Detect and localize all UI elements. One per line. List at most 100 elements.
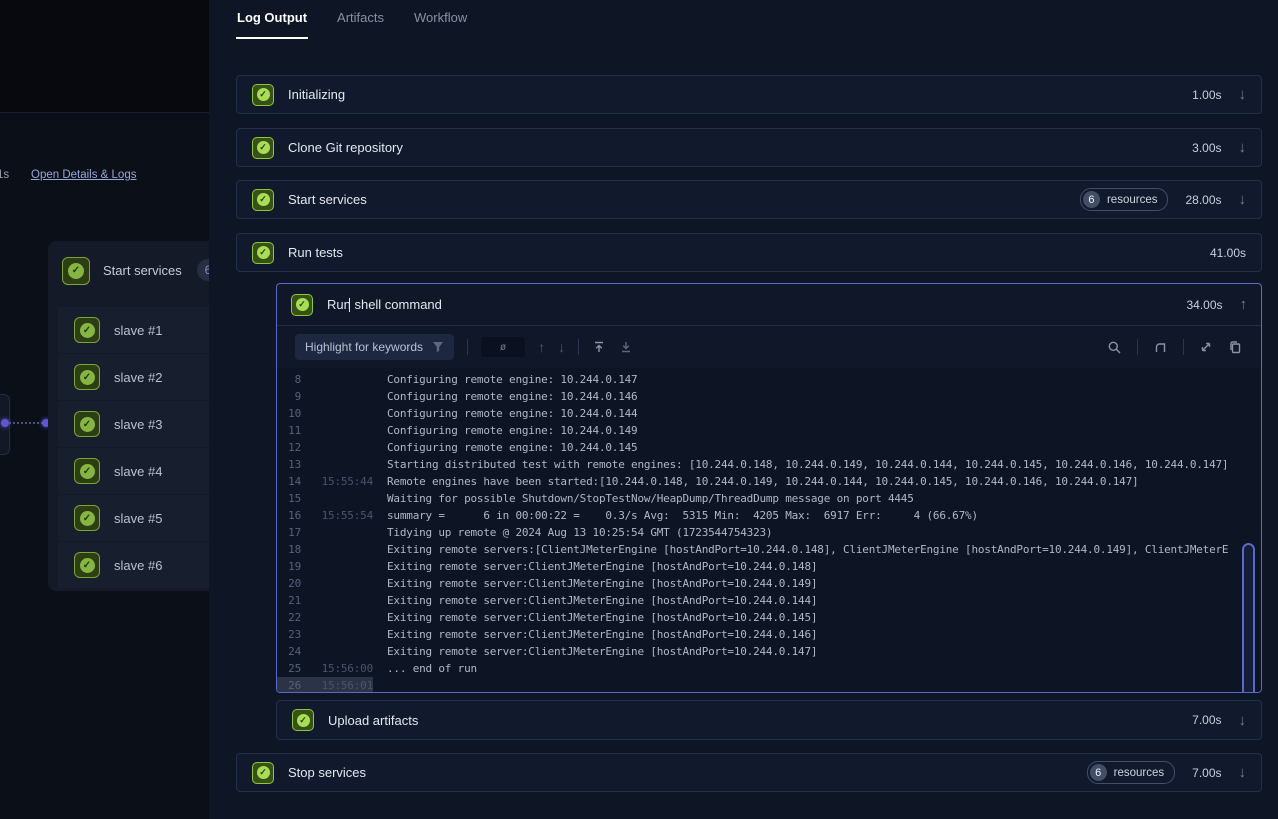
graph-edge-connector xyxy=(9,422,43,424)
log-line: 17Tidying up remote @ 2024 Aug 13 10:25:… xyxy=(277,524,1261,541)
expand-fullscreen-icon[interactable] xyxy=(1199,340,1213,354)
open-details-logs-link[interactable]: Open Details & Logs xyxy=(31,169,136,181)
node-label: slave #4 xyxy=(114,464,162,479)
highlight-keywords-label: Highlight for keywords xyxy=(305,340,423,354)
line-timestamp xyxy=(315,405,373,422)
scroll-to-bottom-icon[interactable] xyxy=(619,340,633,354)
log-gutter: 1415:55:44 xyxy=(277,473,373,490)
sidebar-item-slave[interactable]: ✓slave #5 xyxy=(58,495,209,541)
line-text: Tidying up remote @ 2024 Aug 13 10:25:54… xyxy=(387,524,1261,541)
node-label: slave #5 xyxy=(114,511,162,526)
group-label: Start services xyxy=(103,263,182,278)
line-number: 24 xyxy=(281,643,301,660)
toolbar-divider xyxy=(467,339,468,355)
log-line: 9Configuring remote engine: 10.244.0.146 xyxy=(277,388,1261,405)
line-number: 19 xyxy=(281,558,301,575)
step-start-services[interactable]: ✓ Start services 6 resources 28.00s ↓ xyxy=(236,180,1262,219)
tab-workflow[interactable]: Workflow xyxy=(413,0,468,39)
workflow-sidebar: 1s Open Details & Logs ✓ Start services … xyxy=(0,0,209,819)
log-gutter: 2615:56:01 xyxy=(277,677,373,692)
status-success-icon: ✓ xyxy=(74,411,100,437)
step-duration: 7.00s xyxy=(1192,766,1221,780)
step-label: Upload artifacts xyxy=(328,713,418,728)
status-success-icon: ✓ xyxy=(74,317,100,343)
step-run-shell-command-panel: ✓ Run shell command 34.00s ↑ Highlight f… xyxy=(276,283,1262,693)
duration-fragment: 1s xyxy=(0,169,9,181)
log-gutter: 13 xyxy=(277,456,373,473)
tab-artifacts[interactable]: Artifacts xyxy=(336,0,385,39)
highlight-keywords-button[interactable]: Highlight for keywords xyxy=(295,334,454,360)
toolbar-divider xyxy=(1183,339,1184,355)
line-timestamp: 15:55:54 xyxy=(315,507,373,524)
log-gutter: 9 xyxy=(277,388,373,405)
previous-match-icon[interactable]: ↑ xyxy=(538,339,545,355)
log-gutter: 8 xyxy=(277,371,373,388)
status-success-icon: ✓ xyxy=(252,137,274,159)
sidebar-item-slave[interactable]: ✓slave #3 xyxy=(58,401,209,447)
step-run-tests[interactable]: ✓ Run tests 41.00s xyxy=(236,233,1262,272)
tab-bar: Log Output Artifacts Workflow xyxy=(236,0,468,39)
line-timestamp xyxy=(315,592,373,609)
step-duration: 28.00s xyxy=(1185,193,1221,207)
expand-step-icon[interactable]: ↓ xyxy=(1239,140,1247,155)
start-services-group-panel: ✓ Start services 6 ✓slave #1✓slave #2✓sl… xyxy=(48,241,209,591)
log-gutter: 18 xyxy=(277,541,373,558)
collapse-step-icon[interactable]: ↑ xyxy=(1240,297,1248,312)
line-text: Exiting remote server:ClientJMeterEngine… xyxy=(387,626,1261,643)
step-label: Start services xyxy=(288,192,367,207)
log-line: 24Exiting remote server:ClientJMeterEngi… xyxy=(277,643,1261,660)
log-output: 8Configuring remote engine: 10.244.0.147… xyxy=(277,368,1261,692)
step-upload-artifacts[interactable]: ✓ Upload artifacts 7.00s ↓ xyxy=(276,700,1262,740)
line-number: 12 xyxy=(281,439,301,456)
expand-step-icon[interactable]: ↓ xyxy=(1239,87,1247,102)
step-initializing[interactable]: ✓ Initializing 1.00s ↓ xyxy=(236,75,1262,114)
step-duration: 7.00s xyxy=(1192,713,1221,727)
resources-badge[interactable]: 6 resources xyxy=(1080,188,1169,211)
resources-badge[interactable]: 6 resources xyxy=(1087,761,1176,784)
expand-step-icon[interactable]: ↓ xyxy=(1239,192,1247,207)
tab-log-output[interactable]: Log Output xyxy=(236,0,308,39)
log-gutter: 2515:56:00 xyxy=(277,660,373,677)
log-line: 16 15:55:54 summary = 6 in 00:00:22 = 0.3/… xyxy=(277,507,1261,524)
line-timestamp xyxy=(315,575,373,592)
status-success-icon: ✓ xyxy=(74,364,100,390)
log-gutter: 12 xyxy=(277,439,373,456)
toolbar-divider xyxy=(1137,339,1138,355)
text-cursor xyxy=(349,298,350,312)
line-number: 23 xyxy=(281,626,301,643)
sidebar-item-slave[interactable]: ✓slave #4 xyxy=(58,448,209,494)
line-timestamp xyxy=(315,626,373,643)
sidebar-item-start-services[interactable]: ✓ Start services 6 xyxy=(48,241,209,300)
next-match-icon[interactable]: ↓ xyxy=(558,339,565,355)
line-timestamp xyxy=(315,439,373,456)
line-number: 25 xyxy=(281,660,301,677)
word-wrap-icon[interactable] xyxy=(1153,340,1168,355)
scroll-to-top-icon[interactable] xyxy=(592,340,606,354)
log-line: 2615:56:01 xyxy=(277,677,1261,692)
line-timestamp xyxy=(315,643,373,660)
line-text: Waiting for possible Shutdown/StopTestNo… xyxy=(387,490,1261,507)
sidebar-item-slave[interactable]: ✓slave #2 xyxy=(58,354,209,400)
node-label: slave #6 xyxy=(114,558,162,573)
log-scrollbar-thumb[interactable] xyxy=(1242,543,1255,692)
log-gutter: 19 xyxy=(277,558,373,575)
sidebar-item-slave[interactable]: ✓slave #1 xyxy=(58,307,209,353)
sidebar-item-slave[interactable]: ✓slave #6 xyxy=(58,542,209,588)
match-counter: ø xyxy=(481,337,525,357)
expand-step-icon[interactable]: ↓ xyxy=(1239,713,1247,728)
status-success-icon: ✓ xyxy=(252,189,274,211)
step-clone-git-repository[interactable]: ✓ Clone Git repository 3.00s ↓ xyxy=(236,128,1262,167)
log-line: 2515:56:00... end of run xyxy=(277,660,1261,677)
copy-icon[interactable] xyxy=(1228,340,1243,355)
log-toolbar: Highlight for keywords ø ↑ ↓ xyxy=(277,326,1261,368)
line-text: summary = 6 in 00:00:22 = 0.3/s Avg: 531… xyxy=(387,507,1261,524)
step-stop-services[interactable]: ✓ Stop services 6 resources 7.00s ↓ xyxy=(236,753,1262,792)
step-label: Initializing xyxy=(288,87,345,102)
search-icon[interactable] xyxy=(1107,340,1122,355)
step-run-shell-command-header[interactable]: ✓ Run shell command 34.00s ↑ xyxy=(277,284,1261,326)
line-number: 20 xyxy=(281,575,301,592)
line-number: 16 xyxy=(281,507,301,524)
expand-step-icon[interactable]: ↓ xyxy=(1239,765,1247,780)
resources-count: 6 xyxy=(1083,191,1100,208)
line-timestamp xyxy=(315,490,373,507)
